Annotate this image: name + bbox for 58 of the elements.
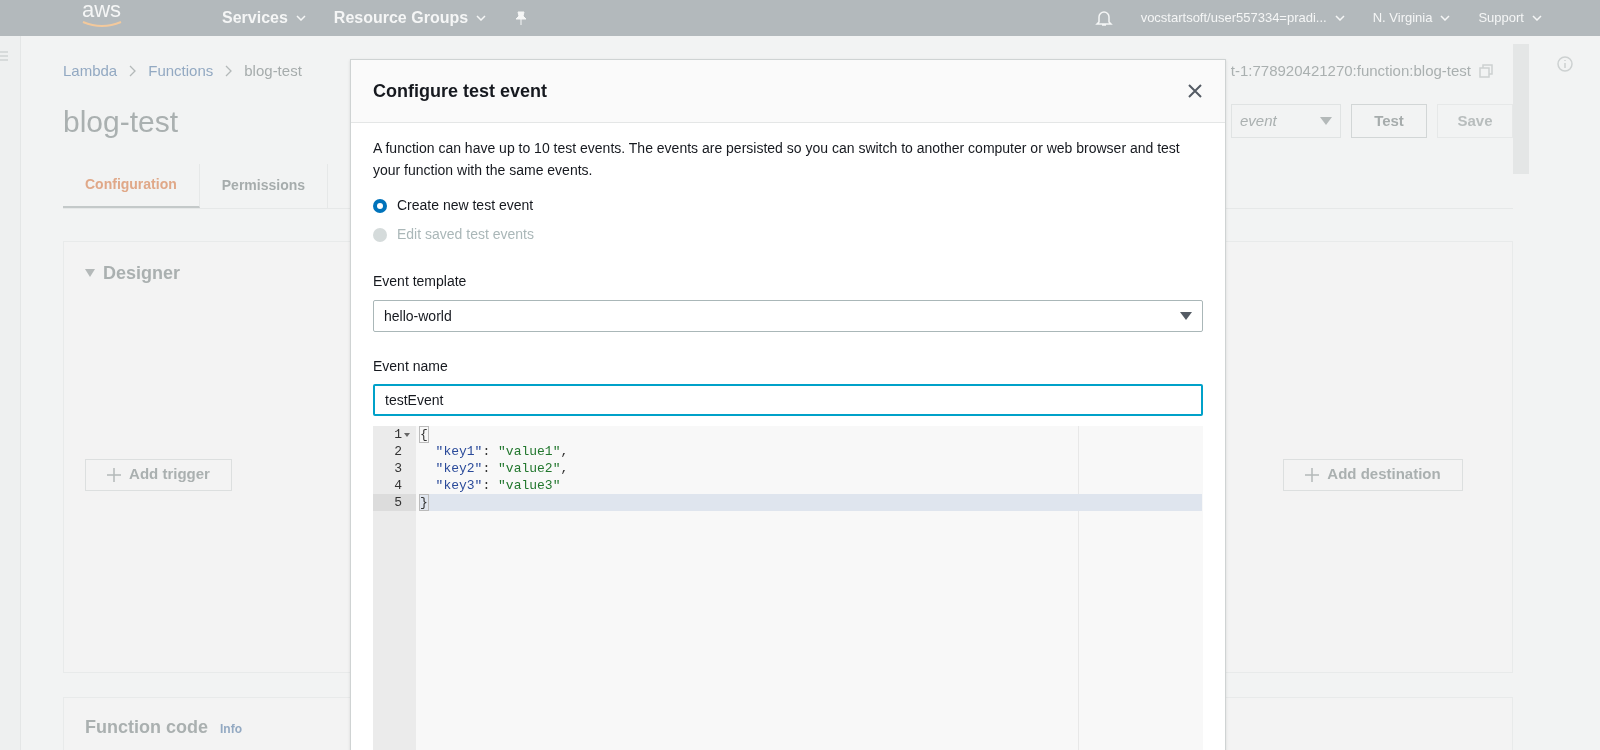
plus-icon — [1305, 467, 1320, 482]
account-menu[interactable]: vocstartsoft/user557334=pradi... — [1140, 8, 1345, 28]
json-code-editor[interactable]: 1 2 3 4 5 { "key1": "value1", "key2": "value2", "key3": "value3" } — [373, 426, 1203, 750]
line-number: 2 — [394, 443, 402, 460]
region-menu[interactable]: N. Virginia — [1372, 8, 1451, 28]
field-label: Event template — [373, 272, 468, 291]
caret-icon — [476, 15, 487, 21]
dialog-description: A function can have up to 10 test events. The events are persisted so you can switch to another computer or web browser and test your function with the same events. — [373, 139, 1181, 180]
pin-icon[interactable] — [514, 11, 529, 25]
aws-logo[interactable]: aws — [82, 0, 122, 20]
dropdown-arrow-icon — [1320, 117, 1332, 125]
code-line: { — [420, 427, 428, 442]
code-line: "key2": "value2", — [434, 461, 569, 476]
chevron-icon — [129, 65, 137, 78]
code-line: } — [420, 495, 428, 510]
close-icon[interactable] — [1187, 83, 1203, 99]
field-label: Event name — [373, 357, 449, 376]
line-number: 1 — [394, 426, 402, 443]
info-icon[interactable] — [1556, 56, 1573, 72]
info-link[interactable]: Info — [220, 719, 242, 738]
page-tab[interactable]: Permissions — [199, 163, 329, 208]
toolbar-button[interactable]: Save — [1437, 104, 1513, 138]
caret-icon — [1440, 15, 1451, 21]
function-title: blog-test — [63, 103, 179, 140]
event-template-select[interactable]: hello-world — [373, 300, 1203, 332]
radio-label: Create new test event — [397, 196, 534, 215]
event-name-input[interactable]: testEvent — [373, 384, 1203, 416]
designer-title: Designer — [103, 261, 181, 285]
function-code-title: Function code — [85, 715, 208, 739]
toolbar-button[interactable]: Test — [1351, 104, 1427, 138]
code-line: "key1": "value1", — [434, 444, 569, 459]
chevron-icon — [225, 65, 233, 78]
caret-icon — [1532, 15, 1542, 21]
line-number: 5 — [394, 494, 402, 511]
breadcrumb-link[interactable]: Lambda — [63, 60, 118, 83]
page-tab[interactable]: Configuration — [63, 163, 200, 208]
radio-button[interactable] — [373, 198, 387, 213]
services-menu[interactable]: Services — [222, 6, 306, 30]
line-number: 3 — [394, 460, 402, 477]
plus-icon — [107, 467, 122, 482]
add-destination-button[interactable]: Add destination — [1283, 458, 1463, 491]
dropdown-arrow-icon — [1180, 312, 1192, 320]
collapse-triangle-icon[interactable] — [85, 269, 95, 277]
resource-groups-menu[interactable]: Resource Groups — [333, 6, 487, 30]
test-event-select[interactable]: event — [1231, 104, 1341, 138]
breadcrumb-link[interactable]: Functions — [148, 60, 214, 83]
caret-icon — [1334, 15, 1345, 21]
bell-icon[interactable] — [1094, 9, 1113, 27]
radio-label: Edit saved test events — [397, 225, 534, 244]
fold-arrow-icon[interactable] — [404, 432, 410, 437]
add-trigger-button[interactable]: Add trigger — [85, 458, 232, 491]
line-number: 4 — [394, 477, 402, 494]
caret-icon — [295, 15, 306, 21]
copy-icon[interactable] — [1479, 64, 1493, 79]
code-line: "key3": "value3" — [434, 478, 561, 493]
dialog-title: Configure test event — [373, 79, 548, 103]
function-arn: t-1:778920421270:function:blog-test — [1230, 61, 1471, 81]
support-menu[interactable]: Support — [1478, 8, 1542, 28]
